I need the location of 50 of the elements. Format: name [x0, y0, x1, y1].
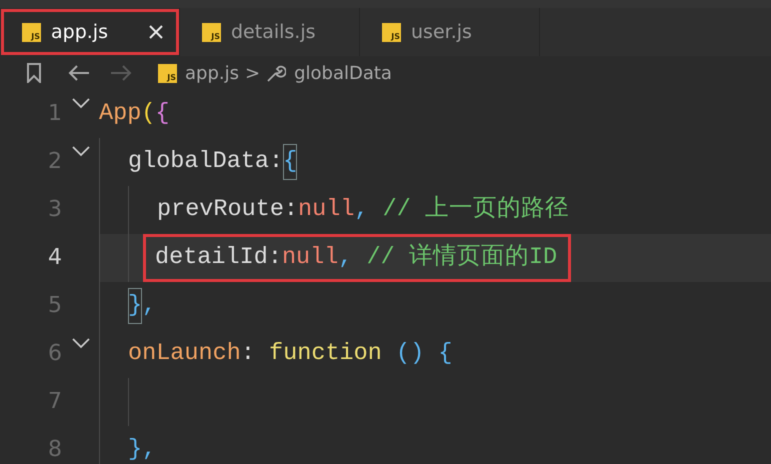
line-number: 1 — [47, 100, 62, 128]
bookmark-icon[interactable] — [26, 63, 42, 83]
breadcrumb-symbol[interactable]: globalData — [294, 62, 392, 84]
line-number: 5 — [47, 292, 62, 320]
close-icon[interactable] — [149, 25, 163, 39]
code-token: () — [394, 339, 424, 369]
file-tab[interactable]: JS app.js — [0, 8, 180, 56]
js-file-icon: JS — [158, 64, 177, 82]
code-token: // 详情页面的ID — [366, 242, 558, 273]
code-token: : — [240, 339, 255, 369]
code-token: } — [128, 288, 142, 324]
code-token: ( — [141, 99, 156, 129]
line-number: 4 — [47, 244, 62, 272]
chevron-icon[interactable] — [72, 98, 90, 109]
code-token: null — [282, 243, 338, 273]
code-token: , — [142, 291, 156, 321]
line-number: 3 — [47, 196, 62, 224]
code-token: { — [283, 144, 298, 180]
code-token: prevRoute — [157, 195, 284, 225]
code-token: , — [354, 195, 369, 225]
js-file-icon: JS — [382, 22, 401, 42]
js-file-icon: JS — [202, 22, 221, 42]
code-token: : — [284, 195, 298, 225]
line-number: 8 — [47, 436, 62, 464]
code-token: // 上一页的路径 — [382, 194, 569, 225]
breadcrumb-separator: > — [244, 62, 260, 84]
code-token: { — [155, 99, 170, 129]
code-token: : — [269, 147, 284, 177]
line-number: 2 — [47, 148, 62, 176]
code-token: , — [142, 435, 156, 464]
code-token: App — [99, 99, 142, 129]
code-token: null — [298, 195, 354, 225]
back-arrow-icon[interactable] — [68, 65, 90, 81]
chevron-icon[interactable] — [72, 338, 90, 349]
file-tab[interactable]: JS details.js — [180, 8, 360, 56]
line-number: 6 — [47, 340, 62, 368]
code-token: : — [268, 243, 282, 273]
code-token: onLaunch — [128, 339, 241, 369]
js-file-icon: JS — [22, 22, 41, 42]
file-tab[interactable]: JS user.js — [360, 8, 540, 56]
breadcrumb-file[interactable]: app.js — [185, 62, 239, 84]
code-token: detailId — [155, 243, 268, 273]
chevron-icon[interactable] — [72, 146, 90, 157]
line-number: 7 — [47, 388, 62, 416]
code-token: } — [128, 435, 142, 464]
code-token: function — [268, 339, 382, 369]
code-token: { — [437, 339, 452, 369]
code-token: globalData — [128, 147, 270, 177]
code-token: , — [338, 243, 352, 273]
wrench-icon — [266, 63, 286, 83]
